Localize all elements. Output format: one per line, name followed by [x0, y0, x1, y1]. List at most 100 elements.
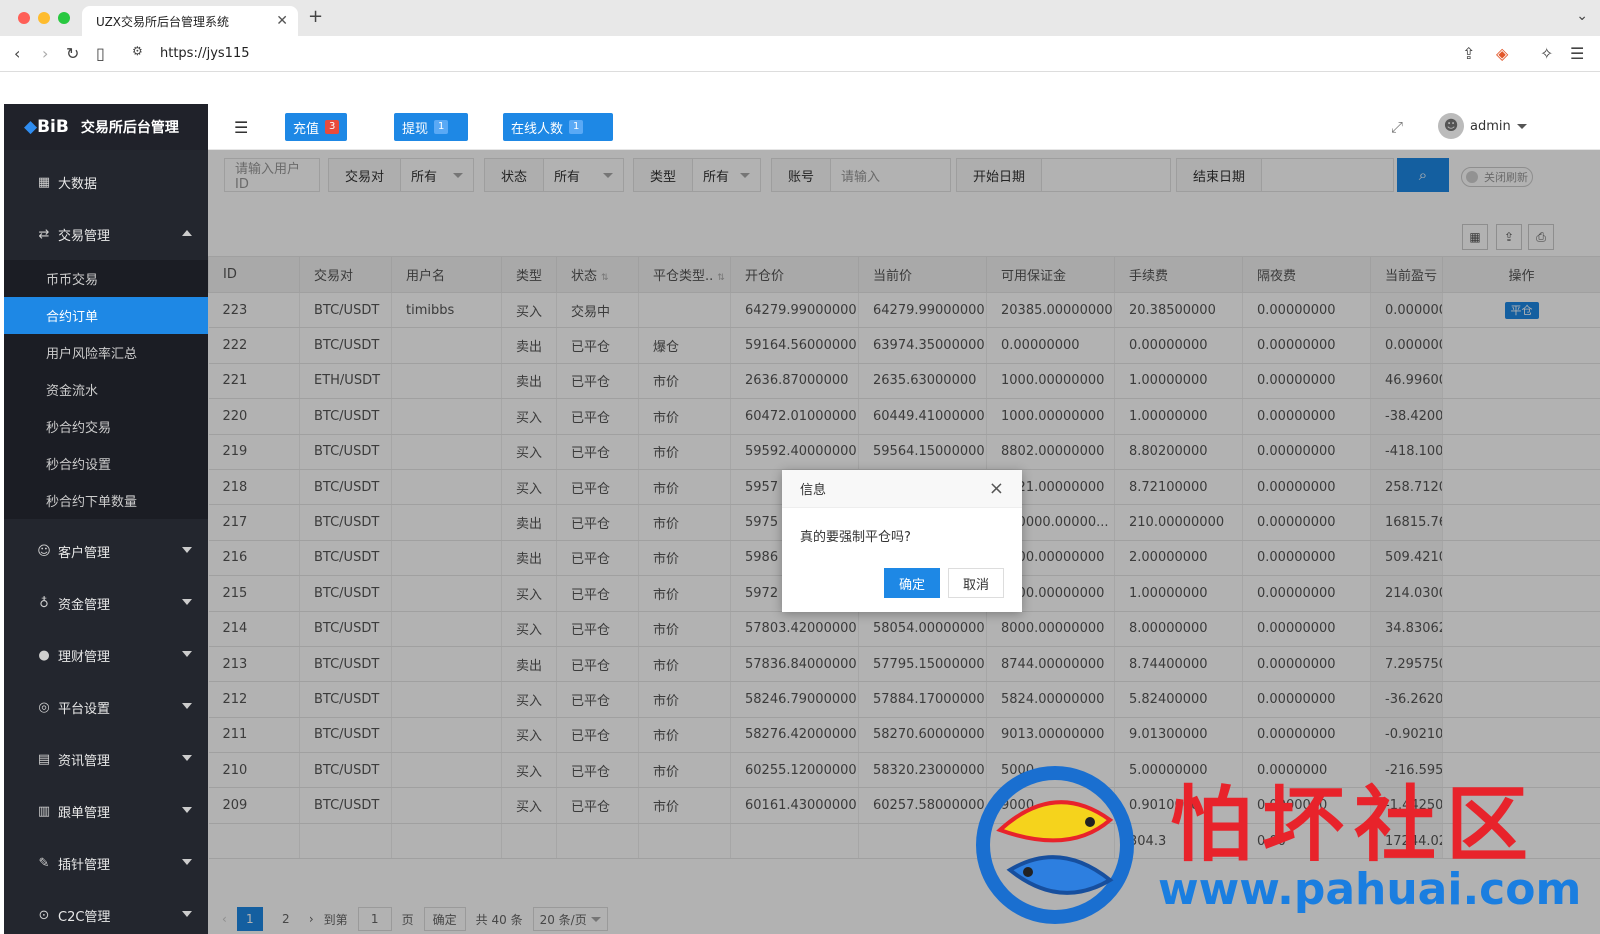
- recharge-label: 充值: [293, 121, 320, 137]
- address-bar: ‹ › ↻ ▯ ⚙ https://jys115 ⇪ ◈ ✧ ☰: [0, 36, 1600, 72]
- sidebar-item-trade[interactable]: ⇄ 交易管理: [4, 208, 208, 260]
- sidebar-item-label: 资金管理: [58, 597, 111, 613]
- sidebar-item-c2c[interactable]: ⊙ C2C管理: [4, 889, 208, 934]
- chevron-down-icon: [182, 547, 192, 553]
- share-icon[interactable]: ⇪: [1462, 44, 1475, 63]
- sidebar-item-funds[interactable]: ♁ 资金管理: [4, 577, 208, 629]
- sidebar-item-wealth[interactable]: ● 理财管理: [4, 629, 208, 681]
- sidebar-item-label: 资讯管理: [58, 753, 111, 769]
- sidebar-item-label: 理财管理: [58, 649, 111, 665]
- recharge-badge: 3: [325, 120, 340, 134]
- cancel-button[interactable]: 取消: [947, 568, 1004, 598]
- close-tab-icon[interactable]: ✕: [276, 13, 288, 29]
- extensions-icon[interactable]: ✧: [1540, 44, 1553, 63]
- sidebar-item-platform[interactable]: ◎ 平台设置: [4, 681, 208, 733]
- dialog-message: 真的要强制平仓吗?: [800, 530, 911, 545]
- trade-submenu: 币币交易 合约订单 用户风险率汇总 资金流水 秒合约交易 秒合约设置 秒合约下单…: [4, 260, 208, 519]
- chevron-down-icon: [182, 703, 192, 709]
- sidebar-item-copytrade[interactable]: ▥ 跟单管理: [4, 785, 208, 837]
- tab-list-chevron-icon[interactable]: ⌄: [1576, 8, 1588, 24]
- logo-mark: ◆BiB: [24, 117, 69, 137]
- tab-title: UZX交易所后台管理系统: [96, 14, 230, 29]
- chevron-down-icon: [182, 755, 192, 761]
- menu-toggle-icon[interactable]: ☰: [234, 118, 248, 137]
- sidebar-item-customers[interactable]: ☺ 客户管理: [4, 525, 208, 577]
- top-header: ☰ 充值 3 提现 1 在线人数 1 ⤢ ☻ admin: [208, 104, 1600, 150]
- window-controls: [18, 12, 70, 24]
- exchange-icon: ⇄: [38, 226, 50, 242]
- fullscreen-icon[interactable]: ⤢: [1391, 118, 1403, 136]
- chevron-down-icon: [1516, 123, 1527, 129]
- chevron-down-icon: [182, 859, 192, 865]
- bookmark-icon[interactable]: ▯: [96, 44, 105, 63]
- minimize-window-button[interactable]: [38, 12, 50, 24]
- sidebar-item-bigdata[interactable]: ▦ 大数据: [4, 156, 208, 208]
- chevron-down-icon: [182, 599, 192, 605]
- withdraw-badge: 1: [434, 120, 449, 134]
- watermark: 怕坏社区 www.pahuai.com: [970, 760, 1600, 934]
- sidebar-item-label: 平台设置: [58, 701, 111, 717]
- pin-icon: ✎: [38, 855, 50, 871]
- site-settings-icon[interactable]: ⚙: [132, 44, 143, 58]
- sidebar-item-label: 跟单管理: [58, 805, 111, 821]
- piggy-icon: ●: [38, 647, 50, 663]
- submenu-item-contract-orders[interactable]: 合约订单: [4, 297, 208, 334]
- sidebar-item-label: 客户管理: [58, 545, 111, 561]
- recharge-button[interactable]: 充值 3: [285, 113, 348, 141]
- user-menu[interactable]: ☻ admin: [1438, 113, 1527, 139]
- chevron-down-icon: [182, 807, 192, 813]
- avatar: ☻: [1438, 113, 1464, 139]
- settings-icon: ◎: [38, 699, 50, 715]
- sidebar-item-news[interactable]: ▤ 资讯管理: [4, 733, 208, 785]
- dialog-title: 信息: [800, 483, 827, 498]
- document-icon: ▥: [37, 803, 51, 819]
- withdraw-label: 提现: [402, 121, 429, 137]
- c2c-icon: ⊙: [38, 907, 50, 923]
- submenu-item-second-orders[interactable]: 秒合约下单数量: [4, 482, 208, 519]
- browser-menu-icon[interactable]: ☰: [1570, 44, 1584, 63]
- online-badge: 1: [569, 120, 584, 134]
- sidebar-item-label: 插针管理: [58, 857, 111, 873]
- watermark-text: 怕坏社区: [1170, 777, 1539, 873]
- user-name: admin: [1470, 118, 1511, 134]
- brave-shield-icon[interactable]: ◈: [1496, 44, 1508, 63]
- chevron-down-icon: [182, 651, 192, 657]
- logo: ◆BiB 交易所后台管理: [4, 104, 208, 150]
- browser-tab[interactable]: UZX交易所后台管理系统 ✕: [82, 6, 298, 36]
- online-users-button[interactable]: 在线人数 1: [503, 113, 613, 141]
- reload-icon[interactable]: ↻: [66, 44, 79, 63]
- submenu-item-second-settings[interactable]: 秒合约设置: [4, 445, 208, 482]
- close-icon[interactable]: ×: [989, 478, 1004, 499]
- confirm-dialog: 信息 × 真的要强制平仓吗? 确定 取消: [782, 470, 1022, 612]
- forward-icon[interactable]: ›: [42, 44, 48, 63]
- sidebar: ◆BiB 交易所后台管理 ▦ 大数据 ⇄ 交易管理 币币交易 合约订单 用户风险…: [4, 104, 208, 934]
- chevron-up-icon: [182, 230, 192, 236]
- sidebar-item-label: 交易管理: [58, 228, 111, 244]
- url-field[interactable]: https://jys115: [160, 46, 250, 61]
- fish-logo-icon: [976, 766, 1134, 924]
- confirm-button[interactable]: 确定: [883, 568, 940, 598]
- news-icon: ▤: [37, 751, 51, 767]
- close-window-button[interactable]: [18, 12, 30, 24]
- submenu-item-second-contract[interactable]: 秒合约交易: [4, 408, 208, 445]
- submenu-item-fund-flow[interactable]: 资金流水: [4, 371, 208, 408]
- dialog-header: 信息 ×: [782, 470, 1022, 508]
- back-icon[interactable]: ‹: [14, 44, 20, 63]
- submenu-item-spot[interactable]: 币币交易: [4, 260, 208, 297]
- online-label: 在线人数: [511, 121, 564, 137]
- new-tab-icon[interactable]: +: [308, 6, 323, 27]
- sidebar-item-label: 大数据: [58, 176, 98, 192]
- money-bag-icon: ♁: [39, 595, 49, 611]
- chevron-down-icon: [182, 911, 192, 917]
- sidebar-item-pin[interactable]: ✎ 插针管理: [4, 837, 208, 889]
- users-icon: ☺: [37, 543, 51, 559]
- watermark-url: www.pahuai.com: [1158, 864, 1582, 915]
- sidebar-item-label: C2C管理: [58, 909, 111, 925]
- maximize-window-button[interactable]: [58, 12, 70, 24]
- withdraw-button[interactable]: 提现 1: [394, 113, 468, 141]
- submenu-item-risk-summary[interactable]: 用户风险率汇总: [4, 334, 208, 371]
- chart-icon: ▦: [37, 174, 51, 190]
- browser-tabbar: UZX交易所后台管理系统 ✕ + ⌄: [0, 0, 1600, 36]
- logo-text: 交易所后台管理: [80, 120, 179, 136]
- dialog-buttons: 确定 取消: [782, 568, 1022, 598]
